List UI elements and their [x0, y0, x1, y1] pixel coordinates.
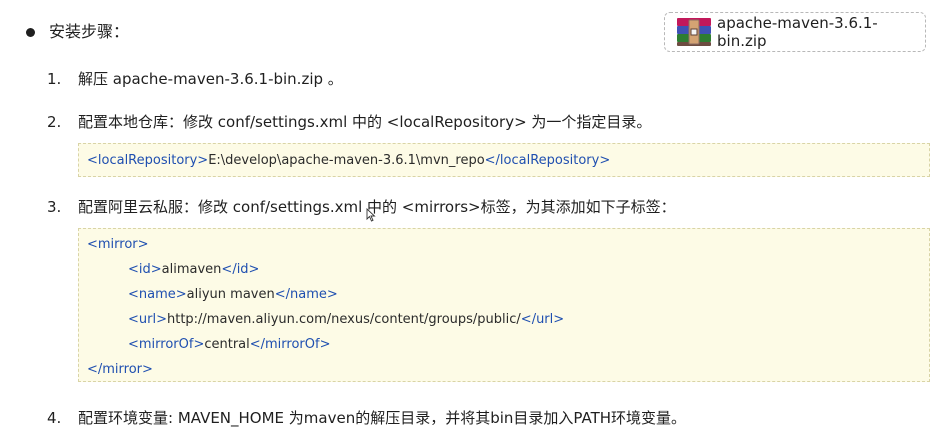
- bullet-icon: [26, 27, 35, 37]
- step-text: 配置环境变量: MAVEN_HOME 为maven的解压目录，并将其bin目录加…: [78, 409, 687, 427]
- code-tag-close: </mirror>: [87, 362, 153, 377]
- step-number: 1.: [47, 70, 62, 88]
- code-tag-open: <name>: [128, 287, 187, 302]
- code-tag-open: <url>: [128, 312, 167, 327]
- code-tag-close: </name>: [274, 287, 338, 302]
- code-value: http://maven.aliyun.com/nexus/content/gr…: [166, 312, 521, 327]
- code-value: E:\develop\apache-maven-3.6.1\mvn_repo: [208, 153, 485, 168]
- code-value: alimaven: [161, 262, 222, 277]
- code-line: <mirror>: [87, 232, 929, 257]
- step-1: 1. 解压 apache-maven-3.6.1-bin.zip 。: [47, 68, 343, 90]
- code-value: aliyun maven: [186, 287, 275, 302]
- code-value: central: [204, 337, 250, 352]
- text-cursor-icon: [366, 208, 376, 222]
- file-attachment[interactable]: apache-maven-3.6.1-bin.zip: [664, 12, 926, 52]
- code-line: </mirror>: [87, 357, 929, 382]
- step-number: 2.: [47, 113, 62, 131]
- step-2: 2. 配置本地仓库：修改 conf/settings.xml 中的 <local…: [47, 111, 651, 133]
- code-tag-close: </url>: [520, 312, 565, 327]
- winrar-archive-icon: [677, 18, 711, 46]
- step-text: 配置阿里云私服：修改 conf/settings.xml 中的 <mirrors…: [78, 198, 676, 216]
- step-text: 配置本地仓库：修改 conf/settings.xml 中的 <localRep…: [78, 113, 652, 131]
- code-tag-open: <mirrorOf>: [128, 337, 205, 352]
- step-text: 解压 apache-maven-3.6.1-bin.zip 。: [78, 70, 343, 88]
- code-tag-open: <localRepository>: [87, 153, 209, 168]
- step-4: 4. 配置环境变量: MAVEN_HOME 为maven的解压目录，并将其bin…: [47, 407, 686, 429]
- code-line: <localRepository>E:\develop\apache-maven…: [87, 148, 929, 173]
- code-tag-close: </mirrorOf>: [249, 337, 331, 352]
- code-tag-close: </localRepository>: [484, 153, 611, 168]
- file-name: apache-maven-3.6.1-bin.zip: [717, 14, 878, 50]
- code-line: <id>alimaven</id>: [87, 257, 929, 282]
- code-block-mirror: <mirror> <id>alimaven</id> <name>aliyun …: [78, 228, 930, 382]
- code-block-local-repository: <localRepository>E:\develop\apache-maven…: [78, 143, 930, 177]
- code-tag-open: <id>: [128, 262, 162, 277]
- code-line: <mirrorOf>central</mirrorOf>: [87, 332, 929, 357]
- code-line: <name>aliyun maven</name>: [87, 282, 929, 307]
- step-number: 4.: [47, 409, 62, 427]
- step-number: 3.: [47, 198, 62, 216]
- code-tag-open: <mirror>: [87, 237, 149, 252]
- code-tag-close: </id>: [221, 262, 260, 277]
- heading-text: 安装步骤：: [49, 22, 130, 41]
- step-3: 3. 配置阿里云私服：修改 conf/settings.xml 中的 <mirr…: [47, 196, 676, 218]
- section-heading: 安装步骤：: [26, 20, 129, 44]
- code-line: <url>http://maven.aliyun.com/nexus/conte…: [87, 307, 929, 332]
